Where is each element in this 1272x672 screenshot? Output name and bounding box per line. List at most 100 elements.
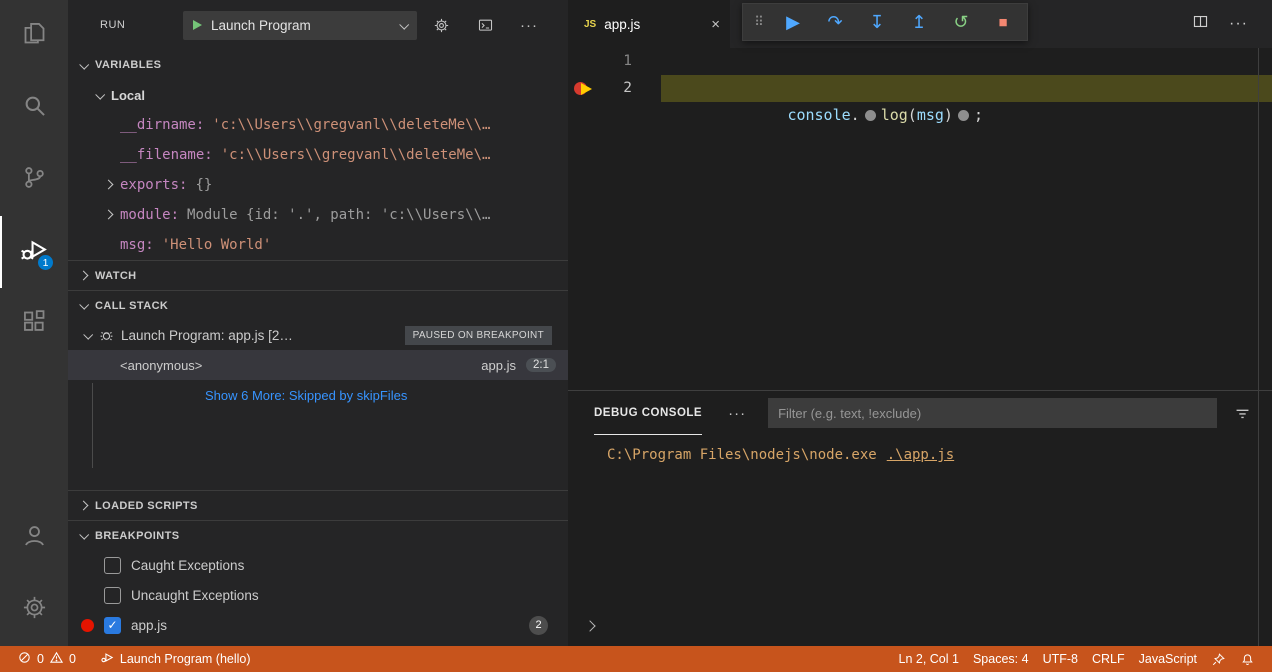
- code-token: msg: [917, 106, 944, 124]
- call-stack-session-row[interactable]: Launch Program: app.js [2… PAUSED ON BRE…: [68, 320, 568, 350]
- status-right-group: Ln 2, Col 1 Spaces: 4 UTF-8 CRLF JavaScr…: [892, 646, 1263, 672]
- run-and-debug-item[interactable]: 1: [0, 216, 68, 288]
- show-more-skipfiles-link[interactable]: Show 6 More: Skipped by skipFiles: [68, 380, 568, 410]
- section-watch[interactable]: WATCH: [68, 260, 568, 290]
- editor-scrollbar[interactable]: [1258, 48, 1259, 646]
- cursor-position-status[interactable]: Ln 2, Col 1: [892, 646, 966, 672]
- active-debug-session-status[interactable]: Launch Program (hello): [93, 646, 258, 672]
- breakpoint-row-appjs[interactable]: ✓ app.js 2: [68, 610, 568, 640]
- panel-tab-label: DEBUG CONSOLE: [594, 407, 702, 419]
- section-loaded-scripts[interactable]: LOADED SCRIPTS: [68, 490, 568, 520]
- code-token: .: [851, 106, 860, 124]
- explorer-item[interactable]: [0, 0, 68, 72]
- session-label: Launch Program: app.js [2…: [121, 328, 293, 343]
- variable-row-msg[interactable]: msg: 'Hello World': [68, 230, 568, 260]
- chevron-down-icon: [79, 300, 89, 310]
- console-file-link[interactable]: .\app.js: [887, 447, 954, 463]
- extensions-icon: [21, 308, 48, 340]
- step-over-button[interactable]: ↷: [814, 6, 856, 38]
- error-icon: [17, 650, 32, 668]
- variable-row-module[interactable]: module: Module {id: '.', path: 'c:\\User…: [68, 200, 568, 230]
- warning-icon: [49, 650, 64, 668]
- extensions-item[interactable]: [0, 288, 68, 360]
- gutter-glyph-margin[interactable]: [568, 48, 602, 75]
- indentation-status[interactable]: Spaces: 4: [966, 646, 1036, 672]
- panel-more-actions-icon[interactable]: ···: [728, 405, 746, 422]
- tab-appjs[interactable]: JS app.js ×: [568, 0, 730, 48]
- tab-debug-console[interactable]: DEBUG CONSOLE: [594, 391, 702, 435]
- step-into-button[interactable]: ↧: [856, 6, 898, 38]
- close-tab-icon[interactable]: ×: [711, 16, 720, 33]
- section-label: BREAKPOINTS: [95, 530, 179, 542]
- open-launch-json-icon[interactable]: [433, 17, 450, 34]
- files-icon: [21, 20, 48, 52]
- source-control-item[interactable]: [0, 144, 68, 216]
- vscode-window: 1 RUN Launch Program: [0, 0, 1272, 672]
- debug-run-icon: [100, 650, 115, 668]
- current-line-breakpoint-indicator[interactable]: [568, 75, 602, 102]
- breakpoint-row-uncaught[interactable]: Uncaught Exceptions: [68, 580, 568, 610]
- manage-item[interactable]: [0, 574, 68, 646]
- section-breakpoints[interactable]: BREAKPOINTS: [68, 520, 568, 550]
- debug-console-panel: DEBUG CONSOLE ··· C:\Program Files\nodej…: [568, 390, 1272, 646]
- inline-breakpoint-icon[interactable]: [865, 110, 876, 121]
- section-label: WATCH: [95, 270, 137, 282]
- editor-actions: ···: [1192, 0, 1272, 48]
- encoding-status[interactable]: UTF-8: [1036, 646, 1085, 672]
- console-input-prompt[interactable]: [586, 617, 594, 635]
- breakpoint-dot-icon: [81, 619, 94, 632]
- scope-local[interactable]: Local: [68, 80, 568, 110]
- feedback-pin-icon[interactable]: [1204, 646, 1233, 672]
- language-mode-status[interactable]: JavaScript: [1132, 646, 1204, 672]
- variable-row-exports[interactable]: exports: {}: [68, 170, 568, 200]
- debug-toolbar: ⠿ ▶ ↷ ↧ ↥ ↺ ■: [742, 3, 1028, 41]
- toolbar-drag-handle[interactable]: ⠿: [746, 6, 772, 38]
- checkbox-caught-exceptions[interactable]: [104, 557, 121, 574]
- chevron-right-icon: [79, 501, 89, 511]
- tree-indent-guide: [92, 383, 93, 468]
- editor-more-actions-icon[interactable]: ···: [1229, 15, 1248, 33]
- variable-row-filename[interactable]: __filename: 'c:\\Users\\gregvanl\\delete…: [68, 140, 568, 170]
- checkbox-uncaught-exceptions[interactable]: [104, 587, 121, 604]
- line-number: 2: [602, 75, 632, 102]
- stop-button[interactable]: ■: [982, 6, 1024, 38]
- debug-console-icon[interactable]: [477, 17, 494, 34]
- chevron-down-icon: [95, 89, 105, 99]
- views-more-actions-icon[interactable]: ···: [520, 17, 538, 34]
- line-number: 1: [602, 48, 632, 75]
- code-token: ;: [974, 106, 983, 124]
- code-token: ): [944, 106, 953, 124]
- code-editor[interactable]: 1 var msg = 'Hello World'; 2 console.log…: [568, 48, 1272, 102]
- split-editor-icon[interactable]: [1192, 13, 1209, 35]
- section-variables[interactable]: VARIABLES: [68, 50, 568, 80]
- eol-status[interactable]: CRLF: [1085, 646, 1132, 672]
- frame-name: <anonymous>: [120, 358, 202, 373]
- code-token: (: [908, 106, 917, 124]
- breakpoint-row-caught[interactable]: Caught Exceptions: [68, 550, 568, 580]
- execution-pointer-icon: [581, 83, 592, 95]
- checkbox-appjs-breakpoint[interactable]: ✓: [104, 617, 121, 634]
- start-debugging-icon[interactable]: [193, 20, 202, 30]
- filter-icon[interactable]: [1233, 404, 1252, 423]
- step-out-button[interactable]: ↥: [898, 6, 940, 38]
- variable-value: 'Hello World': [162, 237, 272, 253]
- console-filter-input[interactable]: [768, 398, 1217, 428]
- call-stack-frame-row[interactable]: <anonymous> app.js 2:1: [68, 350, 568, 380]
- activity-bar: 1: [0, 0, 68, 646]
- restart-button[interactable]: ↺: [940, 6, 982, 38]
- continue-button[interactable]: ▶: [772, 6, 814, 38]
- paused-on-breakpoint-badge: PAUSED ON BREAKPOINT: [405, 326, 552, 345]
- search-item[interactable]: [0, 72, 68, 144]
- code-line-2[interactable]: 2 console.log(msg);: [568, 75, 1272, 102]
- launch-config-dropdown[interactable]: Launch Program: [183, 11, 417, 40]
- inline-breakpoint-icon[interactable]: [958, 110, 969, 121]
- code-line-1[interactable]: 1 var msg = 'Hello World';: [568, 48, 1272, 75]
- search-icon: [21, 92, 48, 124]
- chevron-right-icon: [584, 620, 595, 631]
- variable-row-dirname[interactable]: __dirname: 'c:\\Users\\gregvanl\\deleteM…: [68, 110, 568, 140]
- variable-name: exports:: [120, 177, 187, 193]
- section-call-stack[interactable]: CALL STACK: [68, 290, 568, 320]
- problems-status[interactable]: 0 0: [10, 646, 83, 672]
- accounts-item[interactable]: [0, 502, 68, 574]
- notifications-bell-icon[interactable]: [1233, 646, 1262, 672]
